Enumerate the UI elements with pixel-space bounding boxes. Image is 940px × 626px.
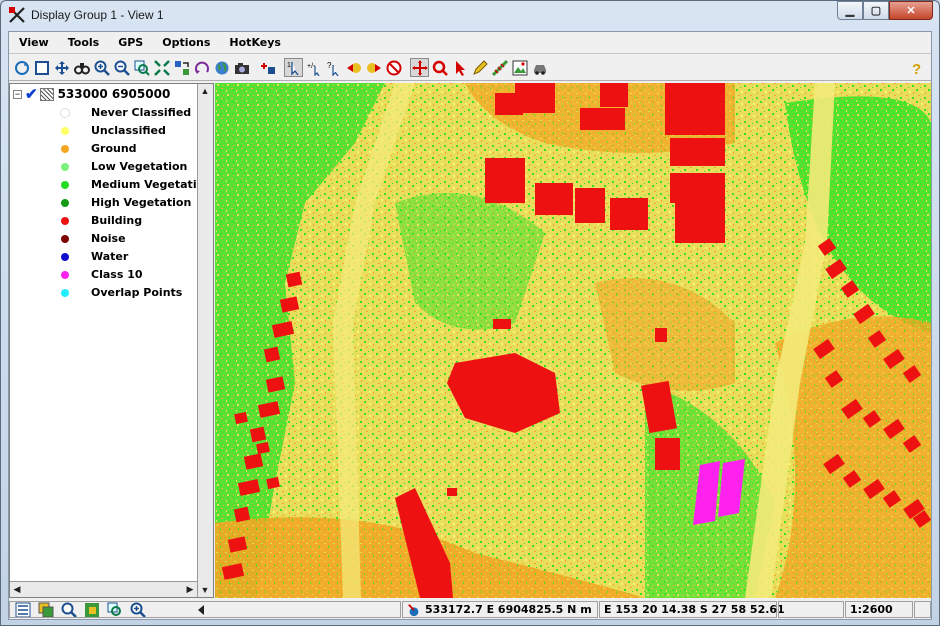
client-area: View Tools GPS Options HotKeys 1 +/- ? ?…	[8, 31, 932, 620]
globe-icon[interactable]	[212, 58, 231, 77]
legend-item-label: Overlap Points	[91, 286, 183, 299]
class-color-icon	[61, 217, 69, 225]
class-color-icon	[61, 163, 69, 171]
zoom-box-icon[interactable]	[132, 58, 151, 77]
cross-move-icon[interactable]	[410, 58, 429, 77]
class-color-icon	[61, 271, 69, 279]
legend-item-label: Ground	[91, 142, 137, 155]
class-color-icon	[61, 181, 69, 189]
car-icon[interactable]	[530, 58, 549, 77]
maximize-button[interactable]: ▢	[863, 1, 889, 20]
status-message	[9, 601, 401, 618]
map-coordinates: 533172.7 E 6904825.5 N m	[402, 601, 598, 618]
menu-bar: View Tools GPS Options HotKeys	[9, 32, 931, 54]
legend-item-label: High Vegetation	[91, 196, 192, 209]
no-select-icon[interactable]	[384, 58, 403, 77]
close-button[interactable]: ✕	[889, 1, 933, 20]
lidar-layer-icon	[39, 87, 54, 101]
layer-tree-panel: − ✔ 533000 6905000 Never Classified Uncla…	[9, 83, 214, 598]
collapse-icon[interactable]: −	[13, 89, 22, 99]
next-icon[interactable]	[364, 58, 383, 77]
gps-icon	[408, 603, 419, 616]
visibility-check-icon[interactable]: ✔	[25, 85, 38, 103]
pan-icon[interactable]	[52, 58, 71, 77]
app-window: Display Group 1 - View 1 ▁ ▢ ✕ View Tool…	[0, 0, 940, 626]
legend-item-label: Building	[91, 214, 143, 227]
menu-gps[interactable]: GPS	[108, 36, 152, 49]
geo-coordinates: E 153 20 14.38 S 27 58 52.61	[599, 601, 785, 618]
scroll-up-arrow-icon[interactable]: ▲	[198, 84, 212, 98]
svg-text:?: ?	[327, 61, 332, 70]
legend-item-label: Medium Vegetation	[91, 178, 212, 191]
map-scale[interactable]: 1:2600	[845, 601, 913, 618]
title-bar[interactable]: Display Group 1 - View 1 ▁ ▢ ✕	[1, 1, 939, 31]
svg-text:1: 1	[287, 62, 291, 69]
select-multi-icon[interactable]: +/-	[304, 58, 323, 77]
geo-coordinates-text: E 153 20 14.38 S 27 58 52.61	[604, 603, 785, 616]
prev-icon[interactable]	[344, 58, 363, 77]
zoom-out-icon[interactable]	[112, 58, 131, 77]
status-corner	[914, 601, 931, 618]
scroll-left-arrow-icon[interactable]: ◀	[10, 582, 24, 596]
class-color-icon	[61, 109, 69, 117]
scroll-down-arrow-icon[interactable]: ▼	[198, 583, 212, 597]
zoom-extents-icon[interactable]	[152, 58, 171, 77]
legend-item-label: Low Vegetation	[91, 160, 188, 173]
redraw-icon[interactable]	[12, 58, 31, 77]
zoom-target-icon[interactable]	[430, 58, 449, 77]
toolbar: 1 +/- ? ?	[9, 55, 931, 81]
class-color-icon	[61, 145, 69, 153]
menu-tools[interactable]: Tools	[58, 36, 108, 49]
pencil-icon[interactable]	[470, 58, 489, 77]
minimize-button[interactable]: ▁	[837, 1, 863, 20]
scroll-right-arrow-icon[interactable]: ▶	[183, 582, 197, 596]
map-view[interactable]	[215, 83, 931, 598]
svg-text:?: ?	[912, 61, 921, 76]
horizontal-scrollbar[interactable]: ◀ ▶	[10, 581, 197, 597]
legend-item-label: Unclassified	[91, 124, 166, 137]
rotate-icon[interactable]	[192, 58, 211, 77]
legend-item-label: Water	[91, 250, 129, 263]
pointer-icon[interactable]	[450, 58, 469, 77]
select-one-icon[interactable]: 1	[284, 58, 303, 77]
help-icon[interactable]: ?	[907, 58, 926, 77]
add-layer-icon[interactable]	[258, 58, 277, 77]
menu-view[interactable]: View	[9, 36, 58, 49]
layer-label: 533000 6905000	[57, 87, 171, 101]
sync-icon[interactable]	[172, 58, 191, 77]
camera-icon[interactable]	[232, 58, 251, 77]
full-view-icon[interactable]	[32, 58, 51, 77]
map-scale-text: 1:2600	[850, 603, 893, 616]
status-empty	[778, 601, 844, 618]
class-color-icon	[61, 253, 69, 261]
legend-item-label: Class 10	[91, 268, 143, 281]
class-color-icon	[61, 199, 69, 207]
image-icon[interactable]	[510, 58, 529, 77]
legend-item-label: Noise	[91, 232, 126, 245]
app-logo-icon	[9, 7, 25, 23]
class-color-icon	[61, 127, 69, 135]
tree-root[interactable]: − ✔ 533000 6905000	[13, 85, 171, 103]
zoom-in-icon[interactable]	[92, 58, 111, 77]
binoculars-icon[interactable]	[72, 58, 91, 77]
query-icon[interactable]: ?	[324, 58, 343, 77]
measure-icon[interactable]	[490, 58, 509, 77]
menu-hotkeys[interactable]: HotKeys	[219, 36, 290, 49]
legend-item-label: Never Classified	[91, 106, 192, 119]
vertical-scrollbar[interactable]: ▲ ▼	[197, 84, 213, 597]
status-bar: 533172.7 E 6904825.5 N m E 153 20 14.38 …	[9, 599, 931, 620]
menu-options[interactable]: Options	[152, 36, 219, 49]
lidar-classified-map[interactable]	[215, 83, 931, 598]
class-color-icon	[61, 235, 69, 243]
map-coordinates-text: 533172.7 E 6904825.5 N m	[425, 603, 592, 616]
class-color-icon	[61, 289, 69, 297]
window-title: Display Group 1 - View 1	[31, 8, 164, 22]
